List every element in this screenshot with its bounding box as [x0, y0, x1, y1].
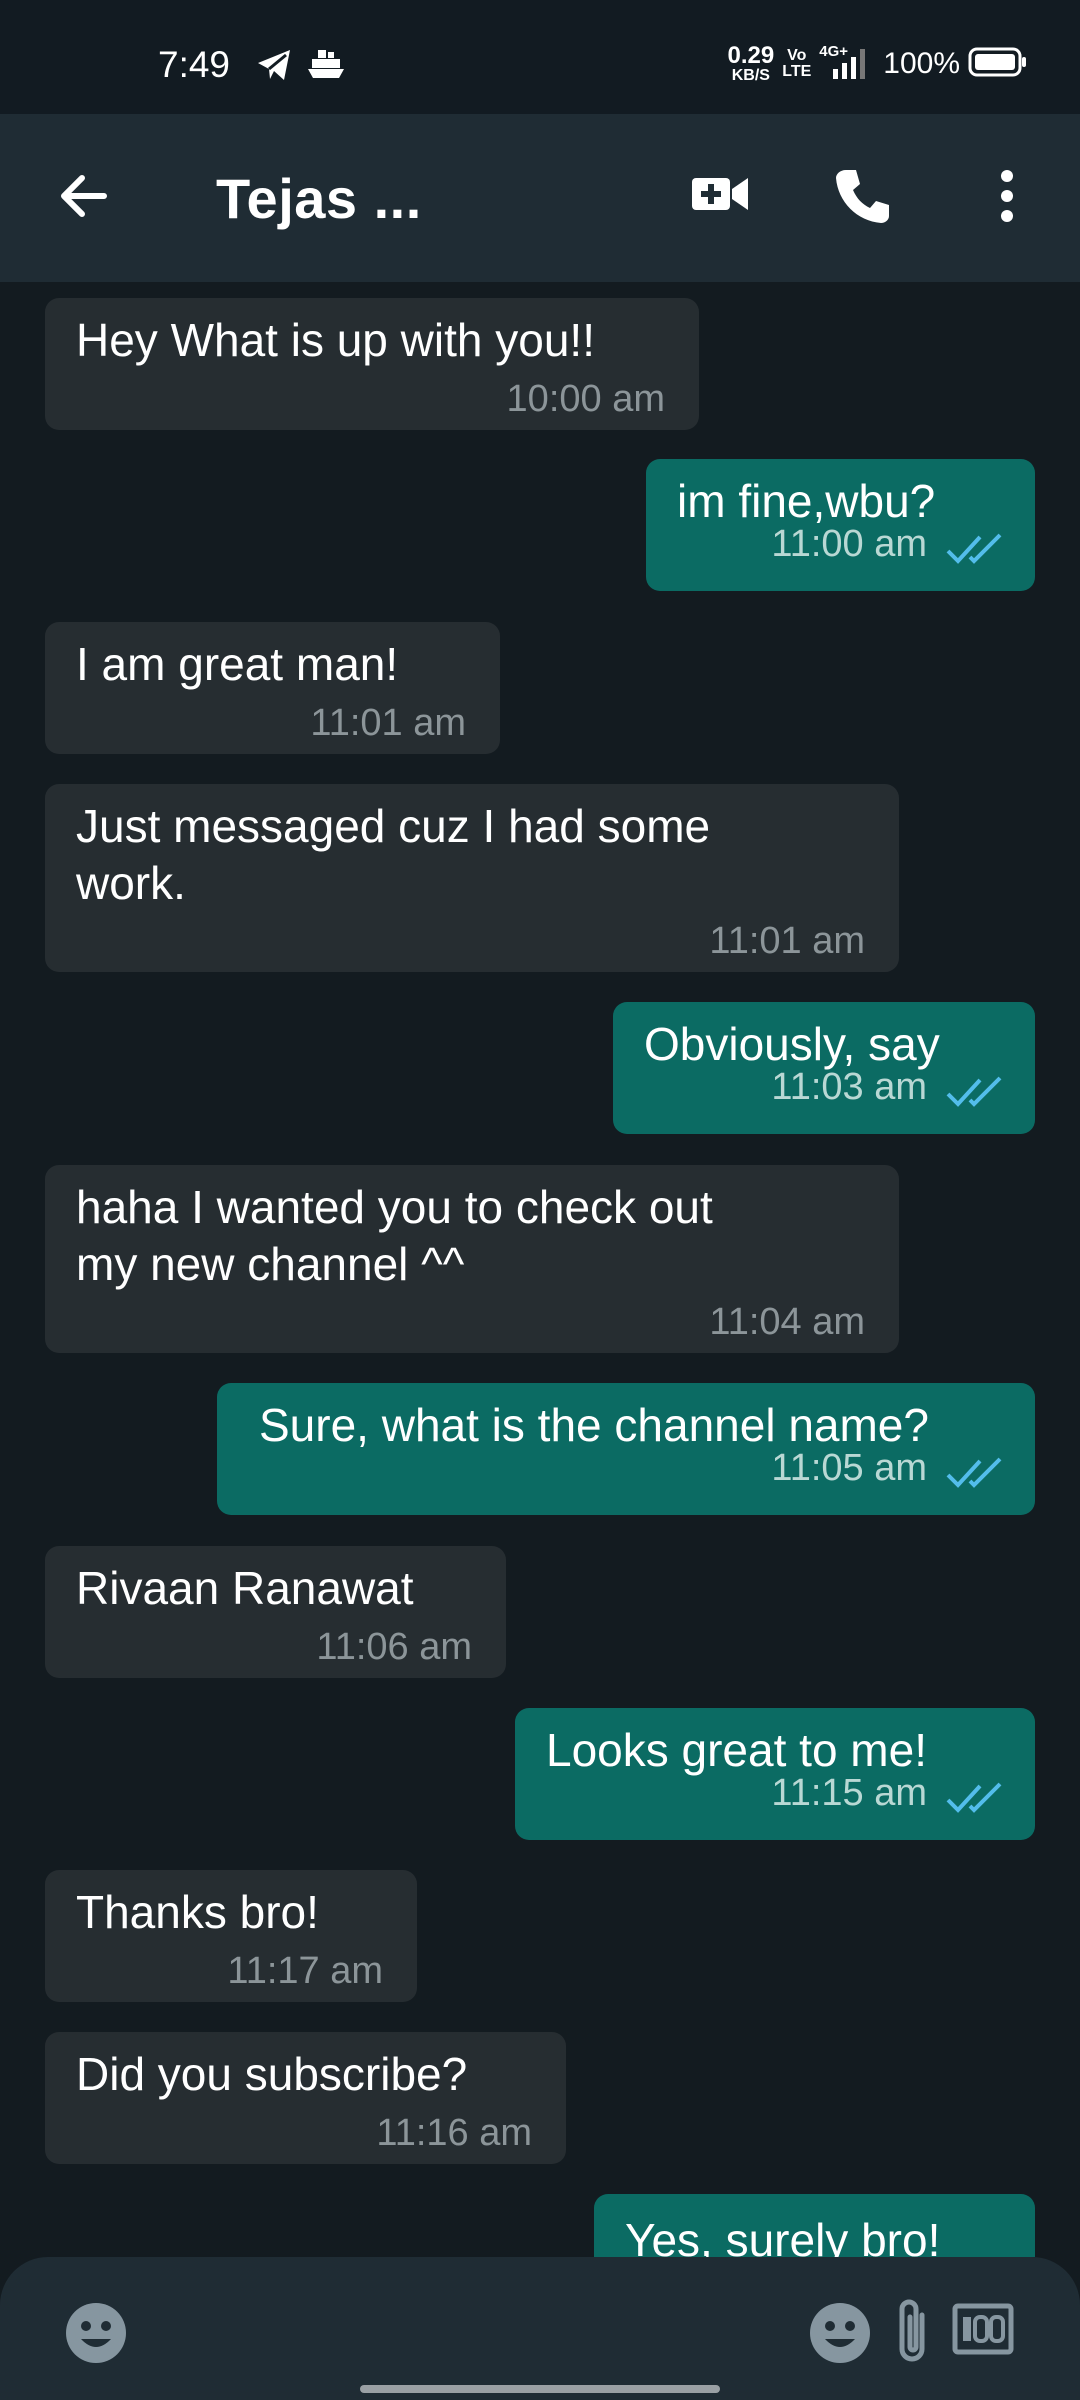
message-time: 11:01 am: [709, 920, 865, 962]
read-ticks-icon: [945, 531, 1005, 572]
volte-bottom: LTE: [782, 63, 812, 80]
contact-name[interactable]: Tejas ...: [216, 166, 422, 231]
message-text: Yes, surely bro!: [625, 2214, 941, 2257]
message-time: 11:04 am: [709, 1301, 865, 1343]
message-list[interactable]: Hey What is up with you!! 10:00 am im fi…: [0, 282, 1080, 2257]
battery-icon: [968, 46, 1028, 83]
message-text: haha I wanted you to check out my new ch…: [76, 1179, 713, 1293]
home-indicator[interactable]: [360, 2385, 720, 2393]
message-incoming[interactable]: Just messaged cuz I had some work. 11:01…: [45, 784, 899, 972]
message-text-line: my new channel ^^: [76, 1238, 465, 1290]
message-text: Hey What is up with you!!: [76, 314, 595, 366]
message-text: im fine,wbu?: [677, 475, 936, 527]
back-arrow-icon[interactable]: [54, 166, 114, 231]
emoji-icon[interactable]: [64, 2301, 128, 2370]
telegram-icon: [256, 48, 294, 87]
message-time: 11:06 am: [316, 1626, 472, 1668]
attach-icon[interactable]: [892, 2297, 932, 2374]
read-ticks-icon: [945, 1455, 1005, 1496]
message-time: 11:16 am: [376, 2112, 532, 2154]
status-right-group: 0.29 KB/S Vo LTE 4G+ 100%: [728, 43, 1028, 84]
ship-icon: [306, 48, 346, 89]
message-incoming[interactable]: Thanks bro! 11:17 am: [45, 1870, 417, 2002]
message-time: 11:05 am: [771, 1447, 927, 1489]
message-outgoing[interactable]: Sure, what is the channel name? 11:05 am: [217, 1383, 1035, 1515]
message-incoming[interactable]: I am great man! 11:01 am: [45, 622, 500, 754]
message-outgoing[interactable]: Yes, surely bro!: [594, 2194, 1035, 2257]
net-speed: 0.29 KB/S: [728, 44, 775, 84]
message-incoming[interactable]: Rivaan Ranawat 11:06 am: [45, 1546, 506, 1678]
keyboard-icon[interactable]: [952, 2303, 1014, 2360]
message-text-line: work.: [76, 857, 186, 909]
read-ticks-icon: [945, 1780, 1005, 1821]
battery-percent: 100%: [883, 47, 960, 80]
chat-header: Tejas ...: [0, 114, 1080, 282]
message-text-line: haha I wanted you to check out: [76, 1181, 713, 1233]
status-bar: 7:49 0.29 KB/S Vo LTE 4G+ 100%: [0, 0, 1080, 114]
message-text: Obviously, say: [644, 1018, 940, 1070]
phone-icon[interactable]: [832, 166, 892, 231]
message-text: Did you subscribe?: [76, 2048, 468, 2100]
message-text: I am great man!: [76, 638, 399, 690]
message-text-line: Just messaged cuz I had some: [76, 800, 711, 852]
message-text: Sure, what is the channel name?: [259, 1399, 929, 1451]
signal-icon: 4G+: [819, 43, 871, 81]
message-outgoing[interactable]: im fine,wbu? 11:00 am: [646, 459, 1035, 591]
message-outgoing[interactable]: Obviously, say 11:03 am: [613, 1002, 1035, 1134]
more-vert-icon[interactable]: [990, 166, 1024, 231]
message-composer: [0, 2257, 1080, 2400]
volte-indicator: Vo LTE: [782, 48, 811, 80]
message-incoming[interactable]: Did you subscribe? 11:16 am: [45, 2032, 566, 2164]
message-time: 11:01 am: [310, 702, 466, 744]
message-time: 10:00 am: [506, 378, 665, 420]
emoji-icon[interactable]: [808, 2301, 872, 2370]
message-time: 11:15 am: [771, 1772, 927, 1814]
status-time: 7:49: [158, 44, 231, 85]
message-time: 11:00 am: [771, 523, 927, 565]
message-text: Thanks bro!: [76, 1886, 319, 1938]
video-call-icon[interactable]: [690, 172, 750, 221]
read-ticks-icon: [945, 1074, 1005, 1115]
message-text: Rivaan Ranawat: [76, 1562, 414, 1614]
message-time: 11:03 am: [771, 1066, 927, 1108]
message-time: 11:17 am: [227, 1950, 383, 1992]
volte-top: Vo: [787, 47, 807, 64]
message-outgoing[interactable]: Looks great to me! 11:15 am: [515, 1708, 1035, 1840]
net-speed-value: 0.29: [727, 42, 775, 69]
net-speed-unit: KB/S: [731, 67, 770, 84]
message-incoming[interactable]: haha I wanted you to check out my new ch…: [45, 1165, 899, 1353]
message-text: Looks great to me!: [546, 1724, 927, 1776]
message-text: Just messaged cuz I had some work.: [76, 798, 710, 912]
message-incoming[interactable]: Hey What is up with you!! 10:00 am: [45, 298, 699, 430]
